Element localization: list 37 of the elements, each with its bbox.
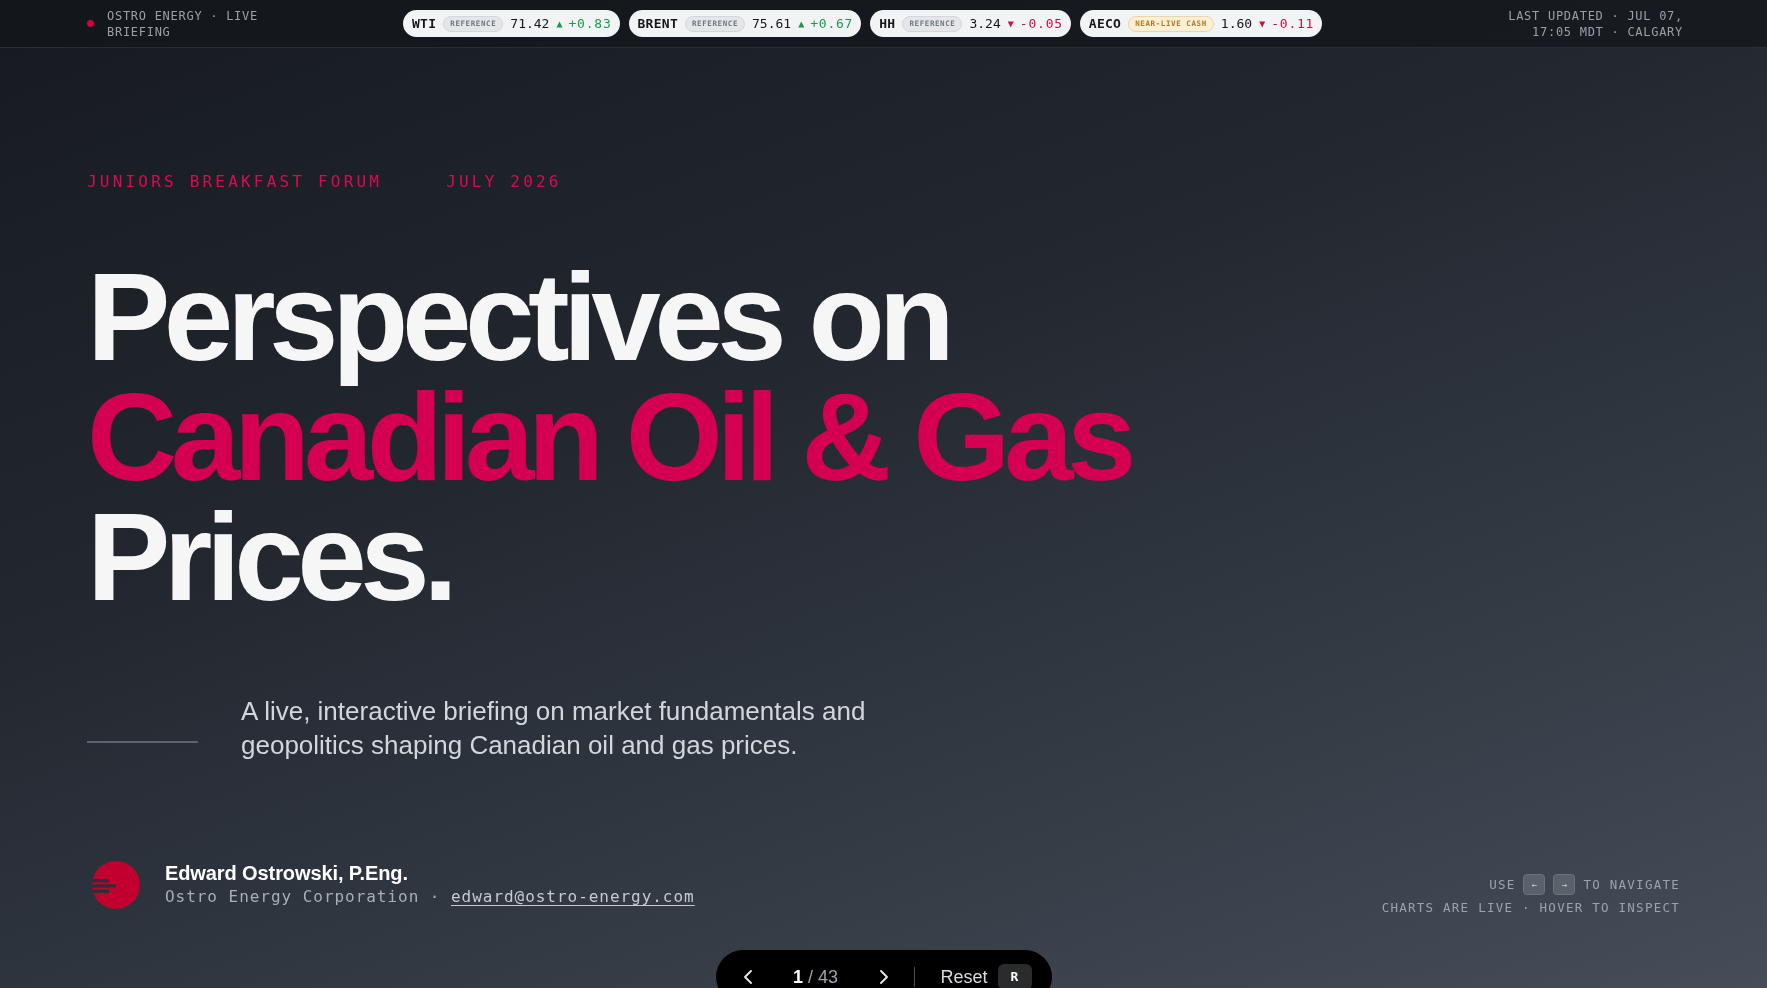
ticker-change: -0.05 (1019, 14, 1063, 33)
ticker-price: 3.24 (969, 14, 1001, 33)
ticker-price: 71.42 (510, 14, 550, 33)
trend-arrow: ▼ (1259, 18, 1266, 29)
ticker-price: 75.61 (752, 14, 792, 33)
ticker-symbol: AECO (1088, 14, 1122, 33)
author-affiliation: Ostro Energy Corporation · edward@ostro-energy.com (165, 886, 695, 908)
headline: Perspectives on Canadian Oil & Gas Prices. (87, 257, 1131, 617)
subtitle: A live, interactive briefing on market fundamentals and geopolitics shaping Canadian oil and gas prices. (241, 695, 867, 762)
hint-text: CHARTS ARE LIVE · HOVER TO INSPECT (1381, 899, 1680, 917)
chevron-right-icon (879, 970, 888, 984)
ticker-symbol: WTI (412, 14, 437, 33)
brand-label: OSTRO ENERGY · LIVE BRIEFING (107, 7, 259, 40)
ticker-change: -0.11 (1271, 14, 1315, 33)
ticker-change: +0.67 (810, 14, 854, 33)
author-name: Edward Ostrowski, P.Eng. (165, 861, 408, 885)
arrow-key: → (1553, 874, 1576, 895)
ticker-change: +0.83 (568, 14, 612, 33)
hint-text: USE (1489, 875, 1516, 894)
event-label: JUNIORS BREAKFAST FORUM (87, 172, 383, 192)
trend-arrow: ▲ (556, 18, 563, 29)
status-dot-icon (87, 20, 94, 27)
chevron-left-icon (743, 970, 752, 984)
reset-button[interactable]: Reset R (928, 959, 1036, 988)
ticker-symbol: BRENT (637, 14, 678, 33)
ticker-price: 1.60 (1220, 14, 1253, 33)
trend-arrow: ▲ (798, 18, 805, 29)
shortcut-key: R (997, 964, 1032, 988)
trend-arrow: ▼ (1007, 18, 1014, 29)
date-label: JULY 2026 (446, 172, 562, 192)
page-counter: 1 / 43 (791, 965, 839, 988)
arrow-key: ← (1523, 874, 1546, 895)
hint-text: TO NAVIGATE (1583, 875, 1680, 894)
logo-icon (92, 860, 140, 909)
ticker-symbol: HH (879, 14, 896, 33)
last-updated-text: LAST UPDATED · JUL 07, 17:05 MDT · CALGARY (1507, 7, 1683, 40)
email-link[interactable]: edward@ostro-energy.com (451, 887, 695, 906)
